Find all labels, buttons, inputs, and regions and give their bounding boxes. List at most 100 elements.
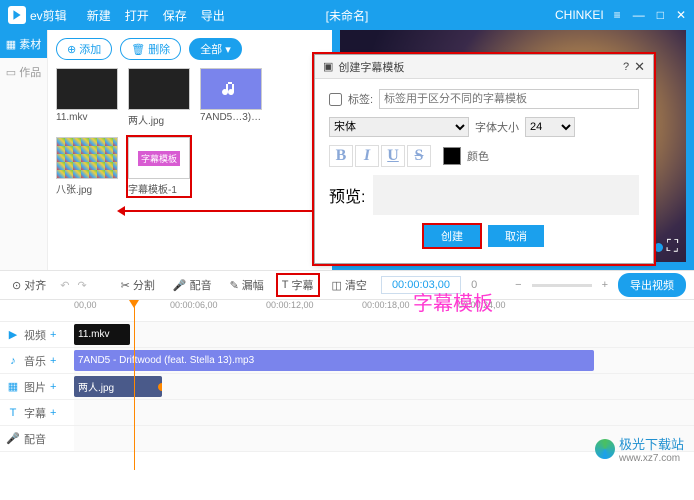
underline-button[interactable]: U xyxy=(381,145,405,167)
eraser-icon: ◫ xyxy=(332,279,342,292)
font-size-label: 字体大小 xyxy=(475,119,519,135)
dub-track: 🎤 配音 xyxy=(0,426,694,452)
user-name[interactable]: CHINKEI xyxy=(555,8,604,22)
menu-open[interactable]: 打开 xyxy=(125,7,149,24)
audio-clip[interactable]: 7AND5 - Driftwood (feat. Stella 13).mp3 xyxy=(74,350,594,371)
image-thumb xyxy=(128,68,190,110)
app-name: ev剪辑 xyxy=(30,7,67,24)
tag-input[interactable] xyxy=(379,89,639,109)
dialog-title: 创建字幕模板 xyxy=(338,59,404,75)
subtitle-track: T 字幕 + xyxy=(0,400,694,426)
maximize-icon[interactable]: □ xyxy=(657,8,664,22)
zoom-slider[interactable] xyxy=(532,284,592,287)
image-clip[interactable]: 两人.jpg xyxy=(74,376,162,397)
bold-button[interactable]: B xyxy=(329,145,353,167)
close-icon[interactable]: ✕ xyxy=(676,8,686,22)
tag-checkbox[interactable] xyxy=(329,93,342,106)
folder-icon: ▭ xyxy=(6,66,16,79)
settings-icon[interactable]: ≡ xyxy=(614,8,621,22)
watermark: 极光下载站 www.xz7.com xyxy=(595,434,684,464)
split-tool[interactable]: ✂ 分割 xyxy=(117,275,159,295)
audio-thumb xyxy=(200,68,262,110)
document-title: [未命名] xyxy=(326,7,369,24)
media-library: ⊕ 添加 🗑 删除 全部 ▾ 11.mkv 两人.jpg xyxy=(48,30,332,270)
media-item-audio[interactable]: 7AND5…3).mp3 xyxy=(200,68,262,127)
tab-works[interactable]: ▭ 作品 xyxy=(0,58,47,86)
zoom-in-icon[interactable]: + xyxy=(602,279,608,291)
tag-label: 标签: xyxy=(348,91,373,107)
mic-icon: 🎤 xyxy=(173,279,187,292)
subtitle-icon: T xyxy=(6,406,20,420)
align-tool[interactable]: ⊙ 对齐 xyxy=(8,275,50,295)
window-controls: ≡ — □ ✕ xyxy=(614,8,686,22)
color-swatch[interactable] xyxy=(443,147,461,165)
time-ruler[interactable]: 00,00 00:00:06,00 00:00:12,00 00:00:18,0… xyxy=(0,300,694,322)
subtitle-preview xyxy=(373,175,639,215)
menu-save[interactable]: 保存 xyxy=(163,7,187,24)
template-thumb: 字幕模板 xyxy=(128,137,190,179)
dub-tool[interactable]: 🎤 配音 xyxy=(169,275,216,295)
delete-button[interactable]: 🗑 删除 xyxy=(120,38,181,60)
media-item-image[interactable]: 两人.jpg xyxy=(128,68,190,127)
dialog-close-icon[interactable]: ✕ xyxy=(634,59,645,75)
add-image-track-icon[interactable]: + xyxy=(50,381,56,393)
font-select[interactable]: 宋体 xyxy=(329,117,469,137)
align-icon: ⊙ xyxy=(12,279,21,292)
export-button[interactable]: 导出视频 xyxy=(618,273,686,297)
video-track-body[interactable]: 11.mkv xyxy=(74,322,694,347)
side-tabs: ▦ 素材 ▭ 作品 xyxy=(0,30,48,270)
image-icon: ▦ xyxy=(6,380,20,394)
add-button[interactable]: ⊕ 添加 xyxy=(56,38,112,60)
cancel-button[interactable]: 取消 xyxy=(488,225,544,247)
annotation-text: 字幕模板 xyxy=(413,287,493,316)
add-subtitle-track-icon[interactable]: + xyxy=(50,407,56,419)
create-subtitle-template-dialog: ▣ 创建字幕模板 ? ✕ 标签: 宋体 字体大小 24 B I U S xyxy=(314,54,654,264)
text-icon: T xyxy=(282,279,289,291)
dialog-icon: ▣ xyxy=(323,60,333,73)
minimize-icon[interactable]: — xyxy=(633,8,645,22)
mosaic-tool[interactable]: ✎ 漏幅 xyxy=(226,275,268,295)
video-track: ▶ 视频 + 11.mkv xyxy=(0,322,694,348)
help-icon[interactable]: ? xyxy=(623,61,629,73)
media-item-video[interactable]: 11.mkv xyxy=(56,68,118,127)
clear-tool[interactable]: ◫ 清空 xyxy=(328,275,371,295)
size-select[interactable]: 24 xyxy=(525,117,575,137)
trash-icon: 🗑 xyxy=(131,43,145,56)
menu-export[interactable]: 导出 xyxy=(201,7,225,24)
video-clip[interactable]: 11.mkv xyxy=(74,324,130,345)
main-menu: 新建 打开 保存 导出 xyxy=(87,7,225,24)
add-video-track-icon[interactable]: + xyxy=(50,329,56,341)
tab-material[interactable]: ▦ 素材 xyxy=(0,30,47,58)
audio-track-body[interactable]: 7AND5 - Driftwood (feat. Stella 13).mp3 xyxy=(74,348,694,373)
dialog-titlebar: ▣ 创建字幕模板 ? ✕ xyxy=(315,55,653,79)
strike-button[interactable]: S xyxy=(407,145,431,167)
timeline-toolbar: ⊙ 对齐 ↶ ↷ ✂ 分割 🎤 配音 ✎ 漏幅 T 字幕 ◫ 清空 00:00:… xyxy=(0,270,694,300)
undo-icon[interactable]: ↶ xyxy=(60,279,69,292)
video-thumb xyxy=(56,68,118,110)
pencil-icon: ✎ xyxy=(230,279,239,292)
music-icon: ♪ xyxy=(6,354,20,368)
audio-track: ♪ 音乐 + 7AND5 - Driftwood (feat. Stella 1… xyxy=(0,348,694,374)
zoom-out-icon[interactable]: − xyxy=(515,279,521,291)
fullscreen-icon[interactable]: ⛶ xyxy=(667,238,678,256)
dub-icon: 🎤 xyxy=(6,432,20,446)
plus-icon: ⊕ xyxy=(67,43,76,56)
italic-button[interactable]: I xyxy=(355,145,379,167)
media-item-template[interactable]: 字幕模板 字幕模板-1 xyxy=(128,137,190,196)
app-logo: ev剪辑 xyxy=(8,6,67,24)
video-icon: ▶ xyxy=(6,328,20,342)
filter-all-button[interactable]: 全部 ▾ xyxy=(189,38,242,60)
create-button[interactable]: 创建 xyxy=(424,225,480,247)
subtitle-track-body[interactable] xyxy=(74,400,694,425)
redo-icon[interactable]: ↷ xyxy=(77,279,86,292)
media-item-image2[interactable]: 八张.jpg xyxy=(56,137,118,196)
chevron-down-icon: ▾ xyxy=(225,43,231,56)
menu-new[interactable]: 新建 xyxy=(87,7,111,24)
subtitle-tool[interactable]: T 字幕 xyxy=(278,275,318,295)
image-track: ▦ 图片 + 两人.jpg xyxy=(0,374,694,400)
image-track-body[interactable]: 两人.jpg xyxy=(74,374,694,399)
add-audio-track-icon[interactable]: + xyxy=(50,355,56,367)
preview-label: 预览: xyxy=(329,183,365,207)
image-thumb-2 xyxy=(56,137,118,179)
playhead[interactable] xyxy=(134,300,135,470)
